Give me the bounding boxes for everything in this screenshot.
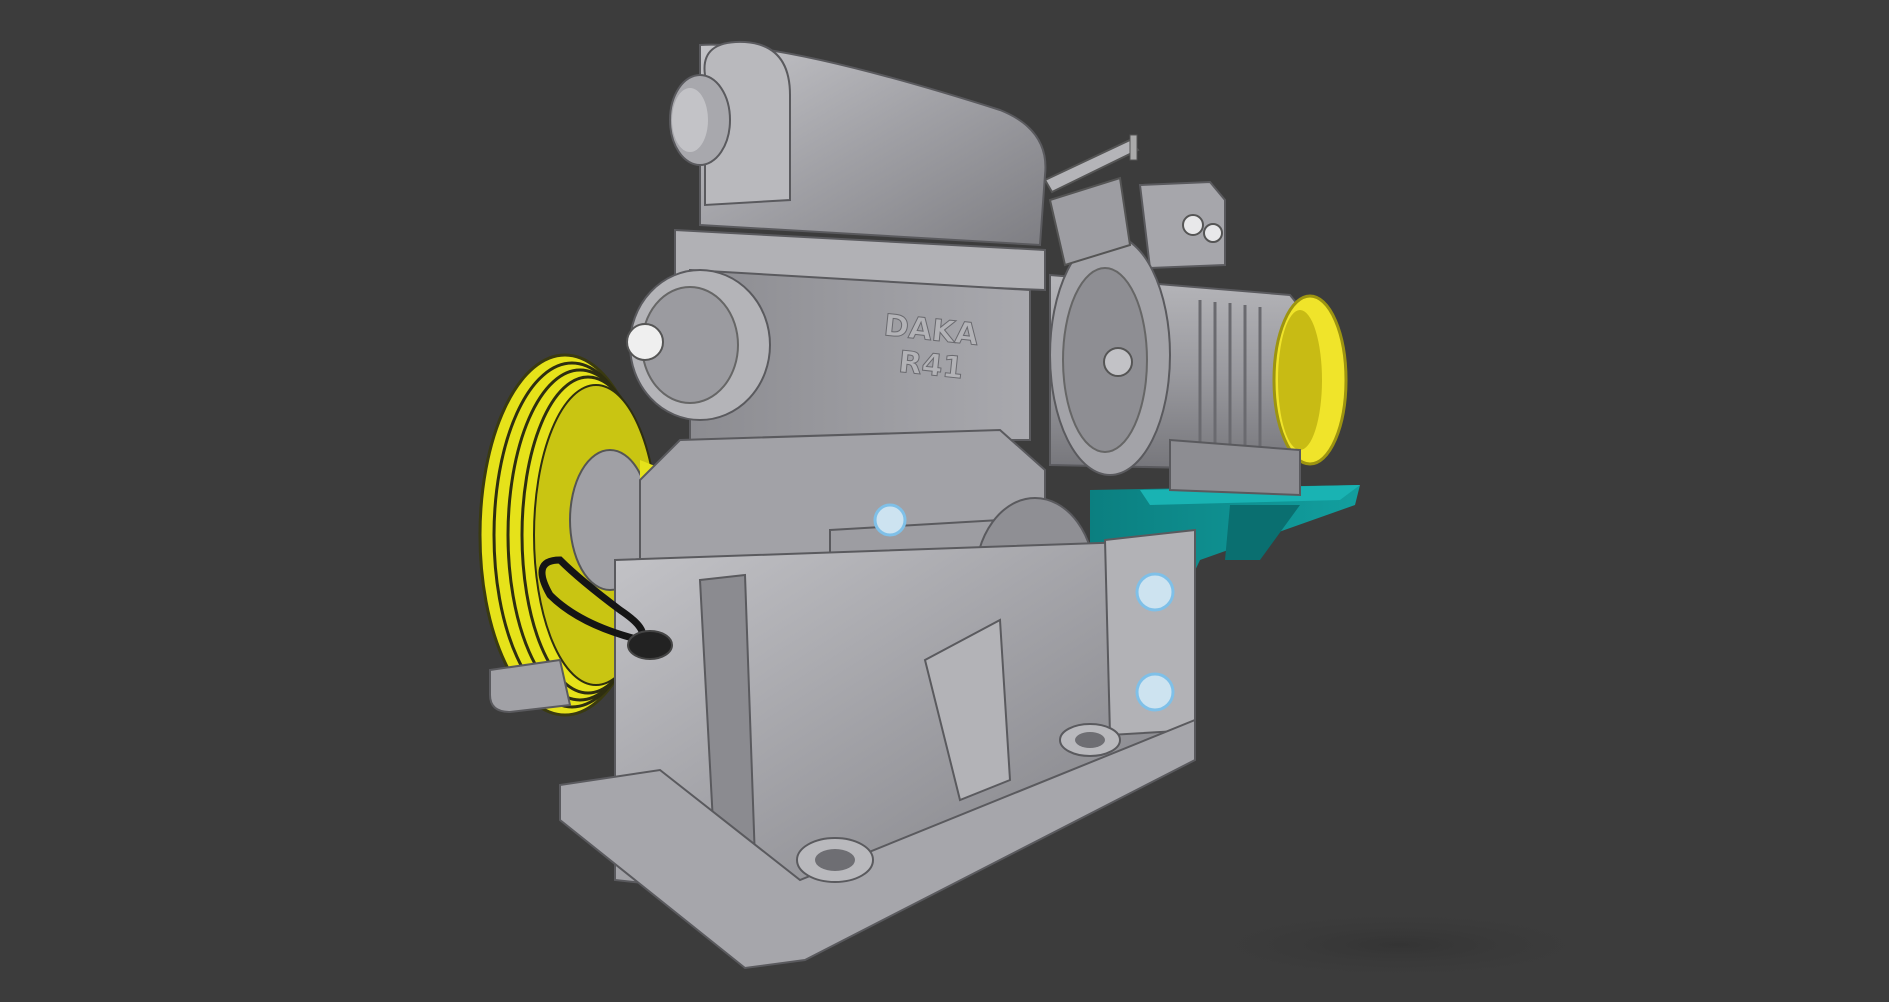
terminal-bolt-icon xyxy=(1203,223,1223,243)
mounting-bolt-icon xyxy=(1135,672,1175,712)
dipstick-cap-icon xyxy=(627,630,673,660)
cad-viewport[interactable]: DAKA R41 xyxy=(0,0,1889,1002)
floor-shadow xyxy=(1180,907,1620,983)
coupling-hub-icon xyxy=(1103,347,1133,377)
hex-bolt-icon xyxy=(626,323,664,361)
mounting-bolt-icon xyxy=(1135,572,1175,612)
brake-coupling xyxy=(1049,234,1171,476)
brake-lever xyxy=(1043,134,1140,267)
terminal-bolt-icon xyxy=(1182,214,1204,236)
top-bolt-icon xyxy=(873,503,907,537)
casting-label-model: R41 xyxy=(897,345,965,387)
gear-motor-3d-model[interactable]: DAKA R41 xyxy=(0,0,1889,1002)
